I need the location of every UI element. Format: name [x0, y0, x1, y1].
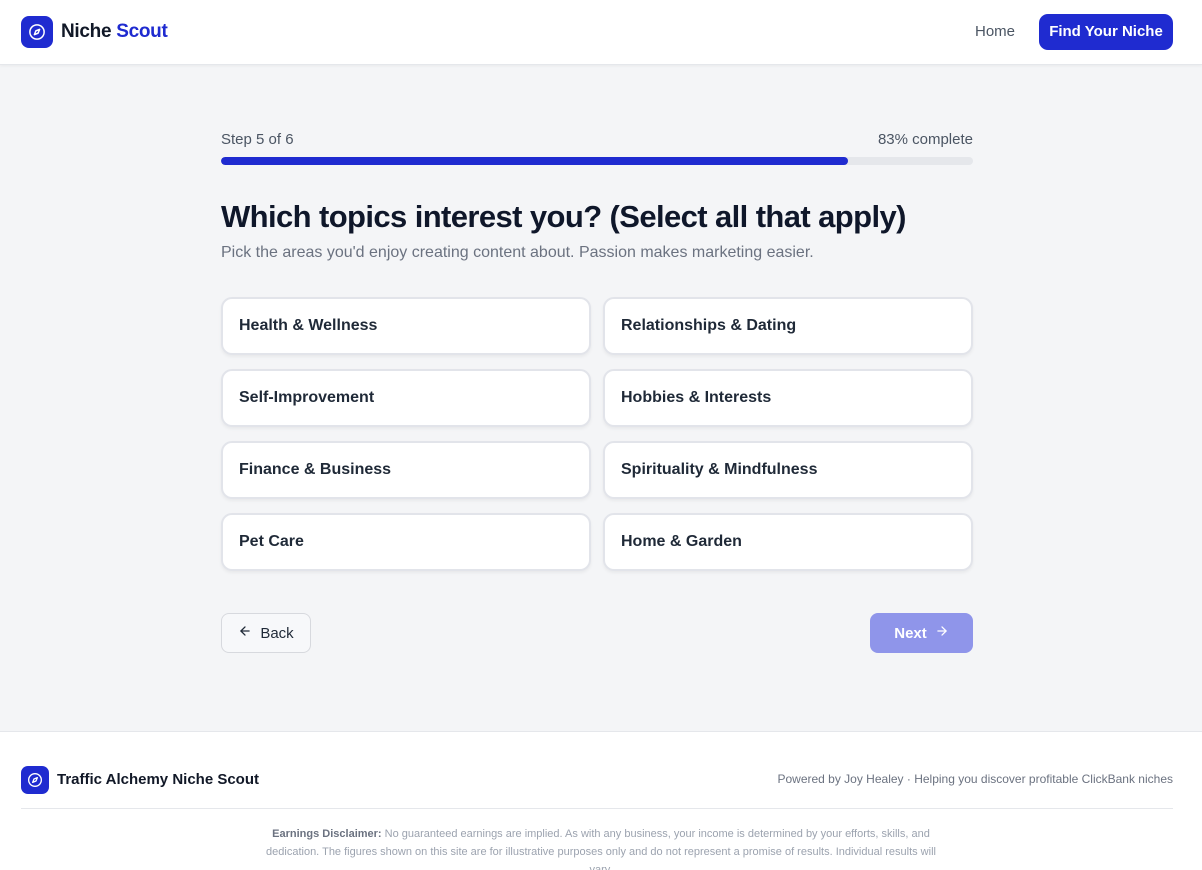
compass-icon [21, 766, 49, 794]
compass-icon[interactable] [21, 16, 53, 48]
find-your-niche-button[interactable]: Find Your Niche [1039, 14, 1173, 50]
site-footer: Traffic Alchemy Niche Scout Powered by J… [0, 731, 1202, 870]
topic-option-relationships-dating[interactable]: Relationships & Dating [603, 297, 973, 355]
topic-option-pet-care[interactable]: Pet Care [221, 513, 591, 571]
site-logo[interactable]: Niche Scout [61, 20, 168, 44]
arrow-right-icon [935, 624, 949, 642]
back-button[interactable]: Back [221, 613, 311, 653]
question-title: Which topics interest you? (Select all t… [221, 199, 906, 234]
progress-bar [221, 157, 973, 165]
back-button-label: Back [260, 624, 294, 642]
step-label: Step 5 of 6 [221, 131, 294, 148]
next-button-label: Next [894, 624, 927, 642]
footer-powered-by: Powered by Joy Healey · Helping you disc… [777, 772, 1173, 786]
topic-option-home-garden[interactable]: Home & Garden [603, 513, 973, 571]
disclaimer-label: Earnings Disclaimer: [272, 828, 382, 840]
question-subtitle: Pick the areas you'd enjoy creating cont… [221, 244, 814, 261]
topic-option-finance-business[interactable]: Finance & Business [221, 441, 591, 499]
topic-option-self-improvement[interactable]: Self-Improvement [221, 369, 591, 427]
next-button[interactable]: Next [870, 613, 973, 653]
nav-home-link[interactable]: Home [960, 22, 1030, 42]
topic-option-spirituality-mindfulness[interactable]: Spirituality & Mindfulness [603, 441, 973, 499]
topic-option-health-wellness[interactable]: Health & Wellness [221, 297, 591, 355]
logo-word-scout: Scout [116, 21, 168, 42]
logo-word-niche: Niche [61, 21, 112, 42]
progress-bar-fill [221, 157, 849, 165]
topic-options-grid: Health & Wellness Relationships & Dating… [221, 297, 973, 571]
footer-brand: Traffic Alchemy Niche Scout [57, 771, 260, 788]
footer-divider [21, 808, 1173, 809]
site-header: Niche Scout Home Find Your Niche [0, 0, 1202, 65]
earnings-disclaimer: Earnings Disclaimer: No guaranteed earni… [261, 825, 941, 870]
percent-complete-label: 83% complete [877, 131, 973, 148]
topic-option-hobbies-interests[interactable]: Hobbies & Interests [603, 369, 973, 427]
arrow-left-icon [238, 624, 252, 642]
